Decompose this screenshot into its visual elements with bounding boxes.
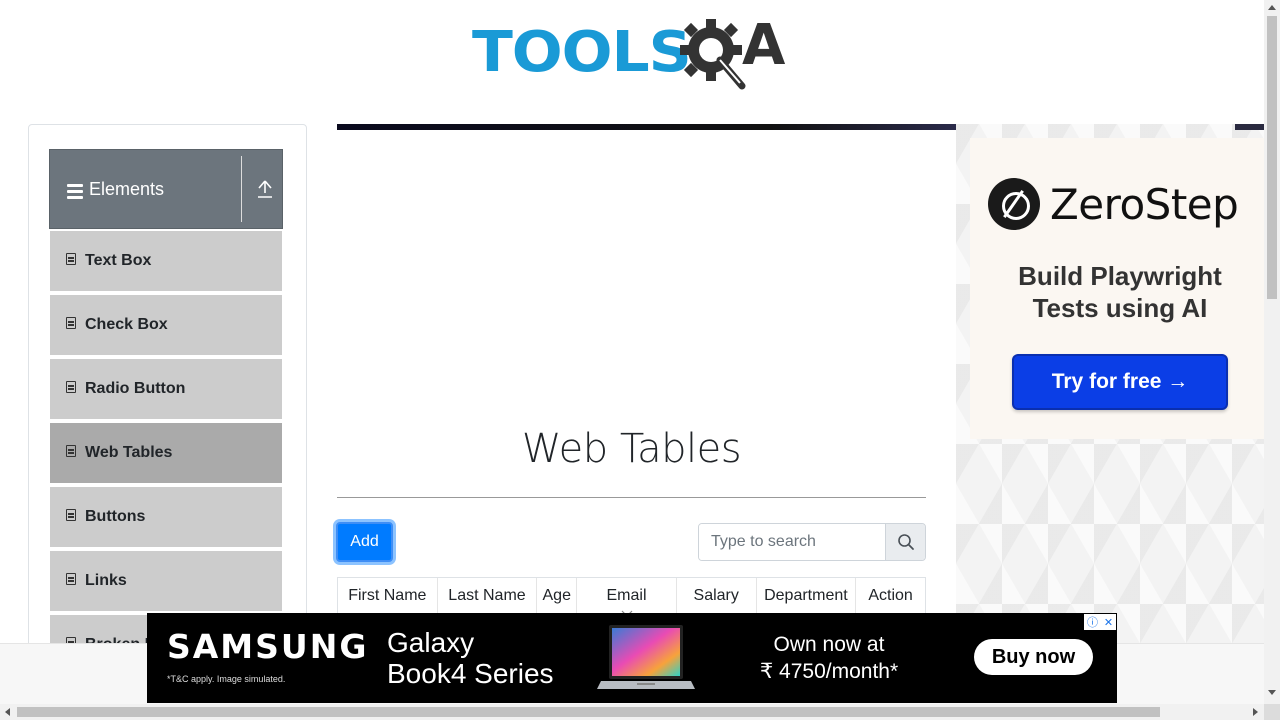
- scroll-right-arrow-icon[interactable]: [1253, 708, 1258, 716]
- search-icon: [897, 534, 914, 550]
- sidebar-item-web-tables[interactable]: Web Tables: [49, 422, 283, 484]
- buy-now-button[interactable]: Buy now: [974, 639, 1093, 675]
- file-icon: [66, 573, 76, 585]
- column-label: Last Name: [448, 587, 526, 604]
- info-icon: ⓘ: [1086, 617, 1098, 629]
- sidebar-item-buttons[interactable]: Buttons: [49, 486, 283, 548]
- column-header-first-name[interactable]: First Name: [338, 578, 438, 614]
- search-button[interactable]: [885, 524, 925, 560]
- ad-product-line: Book4 Series: [387, 658, 554, 689]
- close-icon[interactable]: ✕: [1104, 616, 1113, 629]
- column-label: Department: [764, 587, 848, 604]
- sidebar-item-label: Buttons: [85, 508, 146, 525]
- adchoices-icon[interactable]: ⓘ ✕: [1084, 614, 1116, 630]
- sidebar-item-label: Check Box: [85, 316, 168, 333]
- samsung-banner-ad[interactable]: SAMSUNG *T&C apply. Image simulated. Gal…: [147, 613, 1117, 703]
- file-icon: [66, 253, 76, 265]
- left-panel: Elements Text Box Check Box Radio Button…: [28, 124, 307, 664]
- column-header-email[interactable]: Email: [577, 578, 677, 617]
- logo-a-text: A: [742, 13, 786, 78]
- ad-card: ZeroStep Build Playwright Tests using AI…: [970, 138, 1264, 439]
- sidebar-item-label: Text Box: [85, 252, 152, 269]
- sidebar-item-text-box[interactable]: Text Box: [49, 230, 283, 292]
- try-for-free-button[interactable]: Try for free →: [1012, 354, 1228, 410]
- ad-corner-strip: [1235, 124, 1264, 130]
- toolsqa-logo[interactable]: TOOLS A: [472, 14, 796, 92]
- elements-group-header[interactable]: Elements: [49, 149, 283, 229]
- add-button[interactable]: Add: [336, 522, 393, 562]
- ad-tagline: Build Playwright Tests using AI: [970, 260, 1264, 324]
- scrollbar-thumb[interactable]: [1267, 16, 1277, 299]
- ad-product-line: Galaxy: [387, 627, 475, 658]
- sidebar-item-label: Links: [85, 572, 127, 589]
- column-label: Salary: [693, 587, 739, 604]
- collapse-arrow-icon[interactable]: [256, 178, 274, 200]
- site-header: TOOLS A: [0, 0, 1264, 110]
- scrollbar-corner: [1264, 704, 1280, 720]
- search-input[interactable]: [699, 524, 885, 560]
- ad-tagline-line: Tests using AI: [1032, 293, 1208, 323]
- horizontal-scrollbar[interactable]: [0, 704, 1264, 720]
- column-label: Email: [606, 587, 647, 604]
- gear-magnifier-icon: [680, 19, 746, 90]
- scrollbar-thumb[interactable]: [17, 707, 1160, 717]
- file-icon: [66, 381, 76, 393]
- ad-brand: ZeroStep: [1050, 180, 1239, 229]
- page-title: Web Tables: [521, 426, 742, 472]
- web-table: First Name Last Name Age Email Salary De…: [337, 577, 926, 617]
- file-icon: [66, 317, 76, 329]
- ad-brand-samsung: SAMSUNG: [167, 627, 369, 666]
- sidebar-item-label: Web Tables: [85, 444, 173, 461]
- scroll-up-arrow-icon[interactable]: [1268, 5, 1276, 10]
- hamburger-icon: [67, 183, 83, 199]
- file-icon: [66, 509, 76, 521]
- vertical-scrollbar[interactable]: [1264, 0, 1280, 704]
- column-header-age[interactable]: Age: [537, 578, 578, 614]
- search-box: [698, 523, 926, 561]
- header-divider: [241, 156, 242, 222]
- file-icon: [66, 445, 76, 457]
- ad-offer-line: Own now at: [773, 633, 885, 656]
- ad-offer-line: ₹ 4750/month*: [759, 660, 899, 683]
- ad-tagline-line: Build Playwright: [1018, 261, 1222, 291]
- column-header-department[interactable]: Department: [757, 578, 857, 614]
- column-label: Action: [868, 587, 913, 604]
- column-label: Age: [542, 587, 571, 604]
- top-ad-strip: [337, 124, 956, 130]
- column-header-salary[interactable]: Salary: [677, 578, 757, 614]
- sidebar-item-label: Radio Button: [85, 380, 186, 397]
- zerostep-ad[interactable]: ZeroStep Build Playwright Tests using AI…: [956, 124, 1264, 644]
- laptop-image: [597, 625, 695, 689]
- scroll-down-arrow-icon[interactable]: [1268, 690, 1276, 695]
- column-header-last-name[interactable]: Last Name: [438, 578, 538, 614]
- column-header-action[interactable]: Action: [856, 578, 925, 614]
- ad-disclaimer: *T&C apply. Image simulated.: [167, 674, 286, 684]
- scroll-left-arrow-icon[interactable]: [5, 708, 10, 716]
- title-divider: [337, 497, 926, 498]
- sidebar-item-radio-button[interactable]: Radio Button: [49, 358, 283, 420]
- group-title: Elements: [89, 178, 165, 199]
- ad-product: Galaxy Book4 Series: [387, 627, 554, 689]
- sidebar-item-check-box[interactable]: Check Box: [49, 294, 283, 356]
- ad-offer: Own now at ₹ 4750/month*: [749, 631, 909, 685]
- zerostep-logo-icon: [988, 178, 1040, 230]
- logo-tools-text: TOOLS: [472, 20, 692, 85]
- sidebar-item-links[interactable]: Links: [49, 550, 283, 612]
- column-label: First Name: [348, 587, 427, 604]
